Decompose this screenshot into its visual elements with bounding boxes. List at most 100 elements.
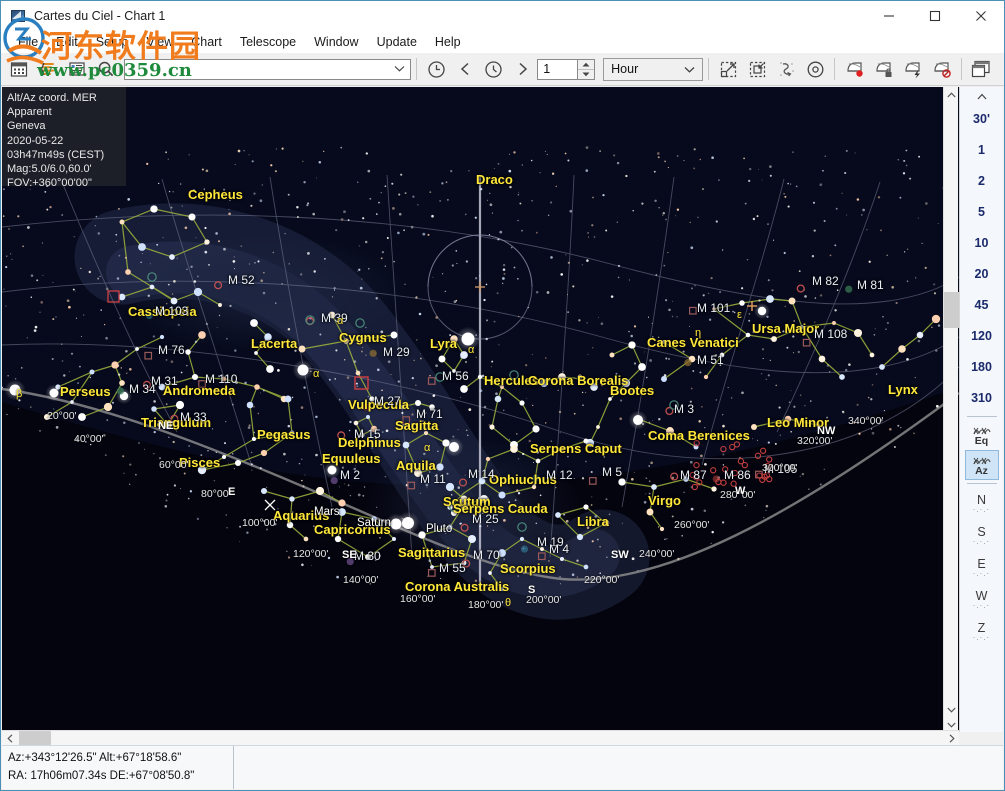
horizon-dots-icon: ·.·.·	[973, 602, 990, 609]
title-bar: Cartes du Ciel - Chart 1	[1, 1, 1004, 30]
vertical-scroll-thumb[interactable]	[944, 292, 959, 328]
time-unit-select[interactable]: Hour	[603, 58, 703, 81]
zoom-level-45[interactable]: 45	[961, 289, 1003, 320]
zoom-out-icon[interactable]	[744, 56, 771, 82]
application-window: Cartes du Ciel - Chart 1 File Edit Setup…	[0, 0, 1005, 791]
look-north-button-label: N	[977, 494, 986, 506]
look-north-button[interactable]: N·.·.·	[965, 487, 999, 519]
search-icon[interactable]	[93, 56, 120, 82]
window-layout-icon[interactable]	[967, 56, 994, 82]
close-button[interactable]	[958, 1, 1004, 30]
look-zenith-button[interactable]: Z·.·.·	[965, 615, 999, 647]
info-line-0: Alt/Az coord. MER	[7, 91, 121, 105]
window-title: Cartes du Ciel - Chart 1	[34, 9, 165, 23]
flip-chart-icon[interactable]	[773, 56, 800, 82]
menu-help[interactable]: Help	[426, 32, 470, 52]
equatorial-grid-button-label: Eq	[975, 436, 988, 446]
toolbar-separator	[708, 58, 709, 80]
look-west-button-label: W	[976, 590, 988, 602]
search-input[interactable]	[124, 59, 411, 80]
zoom-in-icon[interactable]	[715, 56, 742, 82]
horizon-dots-icon: ·.·.·	[973, 570, 990, 577]
set-now-icon[interactable]	[423, 56, 450, 82]
look-south-button[interactable]: S·.·.·	[965, 519, 999, 551]
maximize-button[interactable]	[912, 1, 958, 30]
horizontal-scroll-thumb[interactable]	[19, 731, 51, 746]
look-east-button-label: E	[977, 558, 985, 570]
stepper-down-icon[interactable]	[578, 70, 594, 79]
divider	[967, 416, 997, 417]
sky-canvas[interactable]	[2, 87, 959, 732]
info-line-4: 03h47m49s (CEST)	[7, 148, 121, 162]
menu-edit[interactable]: Edit	[47, 32, 87, 52]
info-line-1: Apparent	[7, 105, 121, 119]
zoom-level-5[interactable]: 5	[961, 196, 1003, 227]
zoom-level-30[interactable]: 30'	[961, 103, 1003, 134]
toolbar: 1 Hour	[1, 53, 1004, 86]
altazimuth-grid-button[interactable]: Az	[965, 450, 999, 480]
chart-horizontal-scrollbar[interactable]	[2, 730, 959, 745]
chart-vertical-scrollbar[interactable]	[943, 87, 958, 732]
scroll-up-icon[interactable]	[944, 87, 959, 102]
menu-view[interactable]: View	[137, 32, 182, 52]
menu-update[interactable]: Update	[368, 32, 426, 52]
object-list-icon[interactable]	[35, 56, 62, 82]
step-backward-icon[interactable]	[452, 56, 479, 82]
scroll-down-icon[interactable]	[944, 702, 959, 717]
status-bar-spare-panel	[234, 746, 1003, 789]
radec-coordinates: RA: 17h06m07.34s DE:+67°08'50.8"	[8, 767, 227, 785]
center-object-icon[interactable]	[802, 56, 829, 82]
menu-file[interactable]: File	[9, 32, 47, 52]
direction-buttons: N·.·.·S·.·.·E·.·.·W·.·.·Z·.·.·	[965, 487, 999, 647]
sky-chart[interactable]: CepheusDracoCassiopeiaLacertaCygnusLyraP…	[2, 87, 959, 732]
chevron-down-icon[interactable]	[684, 62, 695, 76]
telescope-slew-icon[interactable]	[899, 56, 926, 82]
clock-icon[interactable]	[480, 56, 507, 82]
stepper-up-icon[interactable]	[578, 60, 594, 70]
zoom-level-310[interactable]: 310	[961, 382, 1003, 413]
zoom-level-120[interactable]: 120	[961, 320, 1003, 351]
toolbar-separator	[961, 58, 962, 80]
step-forward-icon[interactable]	[509, 56, 536, 82]
zoom-level-panel: 30'125102045120180310 EqAz N·.·.·S·.·.·E…	[959, 87, 1003, 732]
info-line-6: FOV:+360°00'00"	[7, 176, 121, 186]
zoom-level-1[interactable]: 1	[961, 134, 1003, 165]
telescope-abort-icon[interactable]	[928, 56, 955, 82]
time-step-input[interactable]: 1	[537, 59, 577, 80]
menu-setup[interactable]: Setup	[87, 32, 138, 52]
zoom-level-180[interactable]: 180	[961, 351, 1003, 382]
zoom-scroll-up-icon[interactable]	[977, 89, 987, 103]
toolbar-separator	[834, 58, 835, 80]
zoom-level-2[interactable]: 2	[961, 165, 1003, 196]
horizon-dots-icon: ·.·.·	[973, 506, 990, 513]
chart-info-panel: Alt/Az coord. MERApparentGeneva2020-05-2…	[2, 87, 126, 186]
divider	[967, 483, 997, 484]
details-icon[interactable]	[64, 56, 91, 82]
info-line-5: Mag:5.0/6.0,60.0'	[7, 162, 121, 176]
scroll-right-icon[interactable]	[944, 731, 959, 746]
scroll-left-icon[interactable]	[2, 731, 17, 746]
info-line-3: 2020-05-22	[7, 134, 121, 148]
look-south-button-label: S	[977, 526, 985, 538]
zoom-level-10[interactable]: 10	[961, 227, 1003, 258]
telescope-connect-icon[interactable]	[841, 56, 868, 82]
horizon-dots-icon: ·.·.·	[973, 634, 990, 641]
look-east-button[interactable]: E·.·.·	[965, 551, 999, 583]
menu-window[interactable]: Window	[305, 32, 367, 52]
look-zenith-button-label: Z	[978, 622, 986, 634]
chevron-down-icon[interactable]	[394, 63, 405, 75]
info-line-2: Geneva	[7, 119, 121, 133]
menu-bar: File Edit Setup View Chart Telescope Win…	[1, 30, 1004, 53]
window-controls	[866, 1, 1004, 30]
menu-chart[interactable]: Chart	[182, 32, 231, 52]
equatorial-grid-button[interactable]: Eq	[965, 420, 999, 450]
menu-telescope[interactable]: Telescope	[231, 32, 305, 52]
telescope-lock-icon[interactable]	[870, 56, 897, 82]
look-west-button[interactable]: W·.·.·	[965, 583, 999, 615]
calendar-icon[interactable]	[6, 56, 33, 82]
coordinates-readout: Az:+343°12'26.5" Alt:+67°18'58.6" RA: 17…	[2, 746, 234, 789]
time-step-stepper	[577, 59, 595, 80]
zoom-level-list: 30'125102045120180310	[961, 103, 1003, 413]
zoom-level-20[interactable]: 20	[961, 258, 1003, 289]
minimize-button[interactable]	[866, 1, 912, 30]
